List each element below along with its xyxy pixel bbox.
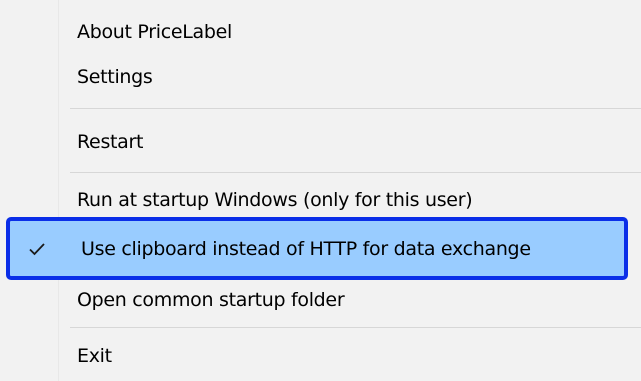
menu-item-about[interactable]: About PriceLabel	[0, 12, 641, 52]
menu-item-use-clipboard[interactable]: Use clipboard instead of HTTP for data e…	[6, 217, 628, 280]
menu-separator	[70, 172, 641, 173]
menu-item-label: Run at startup Windows (only for this us…	[77, 189, 473, 211]
menu-item-label: Settings	[77, 66, 153, 88]
menu-item-run-at-startup[interactable]: Run at startup Windows (only for this us…	[0, 180, 641, 220]
menu-separator	[70, 108, 641, 109]
menu-item-label: Exit	[77, 345, 112, 367]
menu-item-label: Restart	[77, 131, 144, 153]
menu-separator	[70, 327, 641, 328]
menu-item-label: Open common startup folder	[77, 289, 345, 311]
menu-item-restart[interactable]: Restart	[0, 122, 641, 162]
menu-item-open-startup-folder[interactable]: Open common startup folder	[0, 280, 641, 320]
context-menu: About PriceLabel Settings Restart Run at…	[0, 0, 641, 381]
checkmark-icon	[29, 242, 45, 255]
menu-item-label: About PriceLabel	[77, 21, 233, 43]
menu-item-label: Use clipboard instead of HTTP for data e…	[81, 237, 531, 260]
menu-item-exit[interactable]: Exit	[0, 336, 641, 376]
menu-item-settings[interactable]: Settings	[0, 57, 641, 97]
